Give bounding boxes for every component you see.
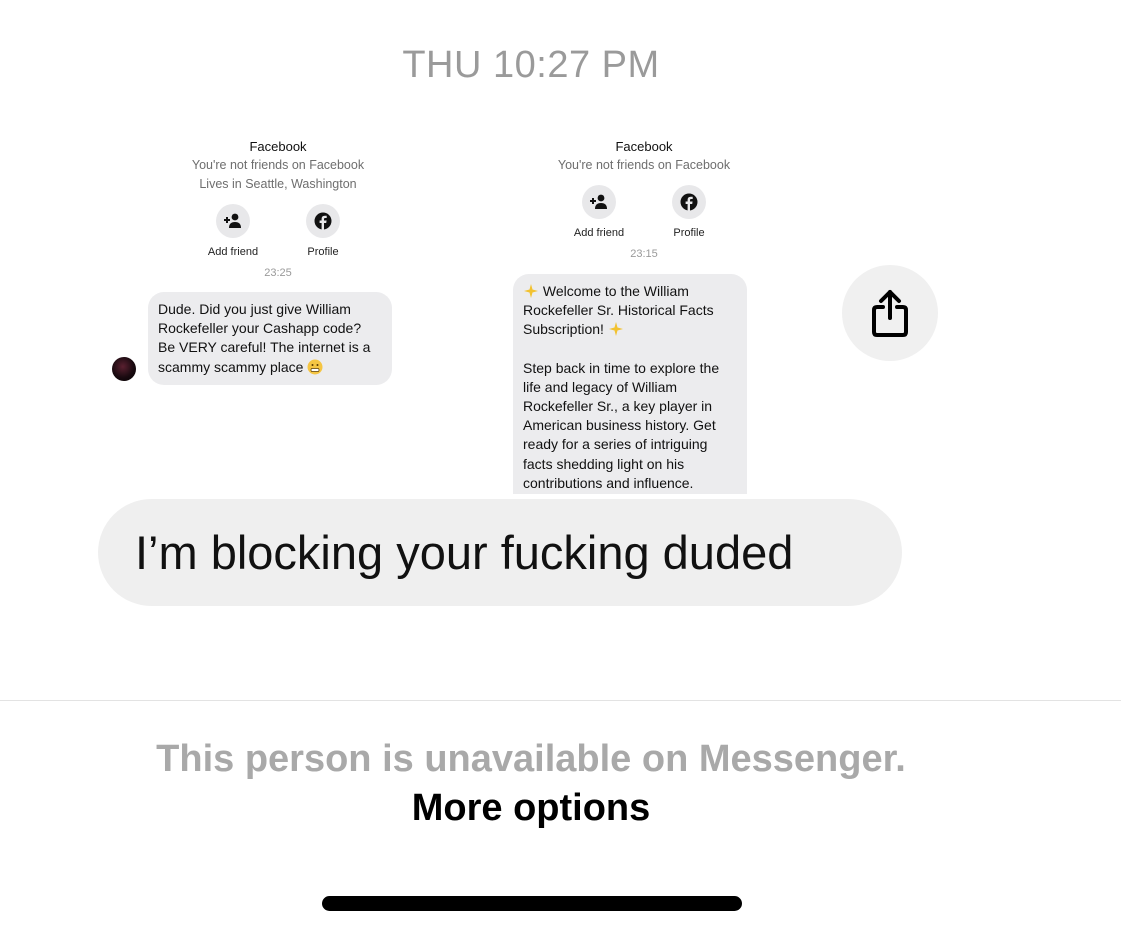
add-person-icon bbox=[224, 213, 241, 228]
message-text: I’m blocking your fucking duded bbox=[135, 526, 794, 579]
share-button[interactable] bbox=[842, 265, 938, 361]
fb-actions: Add friend Profile bbox=[100, 204, 456, 258]
attached-screenshot-2[interactable]: Facebook You're not friends on Facebook … bbox=[500, 122, 760, 494]
fb-message-text: Dude. Did you just give William Rockefel… bbox=[158, 301, 371, 375]
fb-actions: Add friend Profile bbox=[500, 185, 760, 239]
profile-label: Profile bbox=[307, 246, 339, 258]
divider bbox=[0, 700, 1121, 701]
profile-button[interactable]: Profile bbox=[659, 185, 719, 239]
grimacing-emoji bbox=[307, 359, 323, 375]
unavailable-notice: This person is unavailable on Messenger. bbox=[156, 738, 906, 780]
profile-button[interactable]: Profile bbox=[293, 204, 353, 258]
home-indicator[interactable] bbox=[322, 896, 742, 911]
message-bubble[interactable]: I’m blocking your fucking duded bbox=[98, 499, 902, 606]
fb-network-label: Facebook bbox=[249, 139, 307, 154]
fb-message-time: 23:15 bbox=[630, 248, 658, 260]
add-friend-button[interactable]: Add friend bbox=[203, 204, 263, 258]
conversation-timestamp: THU 10:27 PM bbox=[402, 44, 660, 86]
fb-message-bubble: Welcome to the William Rockefeller Sr. H… bbox=[513, 274, 747, 494]
add-person-icon bbox=[590, 194, 607, 209]
sparkles-emoji bbox=[524, 284, 538, 298]
fb-message-time: 23:25 bbox=[264, 267, 292, 279]
fb-network-label: Facebook bbox=[615, 139, 673, 154]
fb-friend-status: You're not friends on Facebook bbox=[191, 158, 365, 172]
fb-message-bubble: Dude. Did you just give William Rockefel… bbox=[148, 292, 392, 385]
more-options-link[interactable]: More options bbox=[0, 787, 1062, 830]
attached-screenshot-1[interactable]: Facebook You're not friends on Facebook … bbox=[100, 130, 410, 400]
fb-friend-status: You're not friends on Facebook bbox=[557, 158, 731, 172]
share-icon bbox=[872, 290, 908, 337]
add-friend-button[interactable]: Add friend bbox=[569, 185, 629, 239]
sender-avatar[interactable] bbox=[112, 357, 136, 381]
add-friend-label: Add friend bbox=[573, 227, 625, 239]
add-friend-label: Add friend bbox=[207, 246, 259, 258]
fb-message-body: Step back in time to explore the life an… bbox=[523, 359, 720, 491]
facebook-icon bbox=[680, 193, 698, 211]
facebook-icon bbox=[314, 212, 332, 230]
fb-location: Lives in Seattle, Washington bbox=[199, 177, 357, 191]
profile-label: Profile bbox=[673, 227, 705, 239]
sparkles-emoji bbox=[608, 322, 623, 337]
